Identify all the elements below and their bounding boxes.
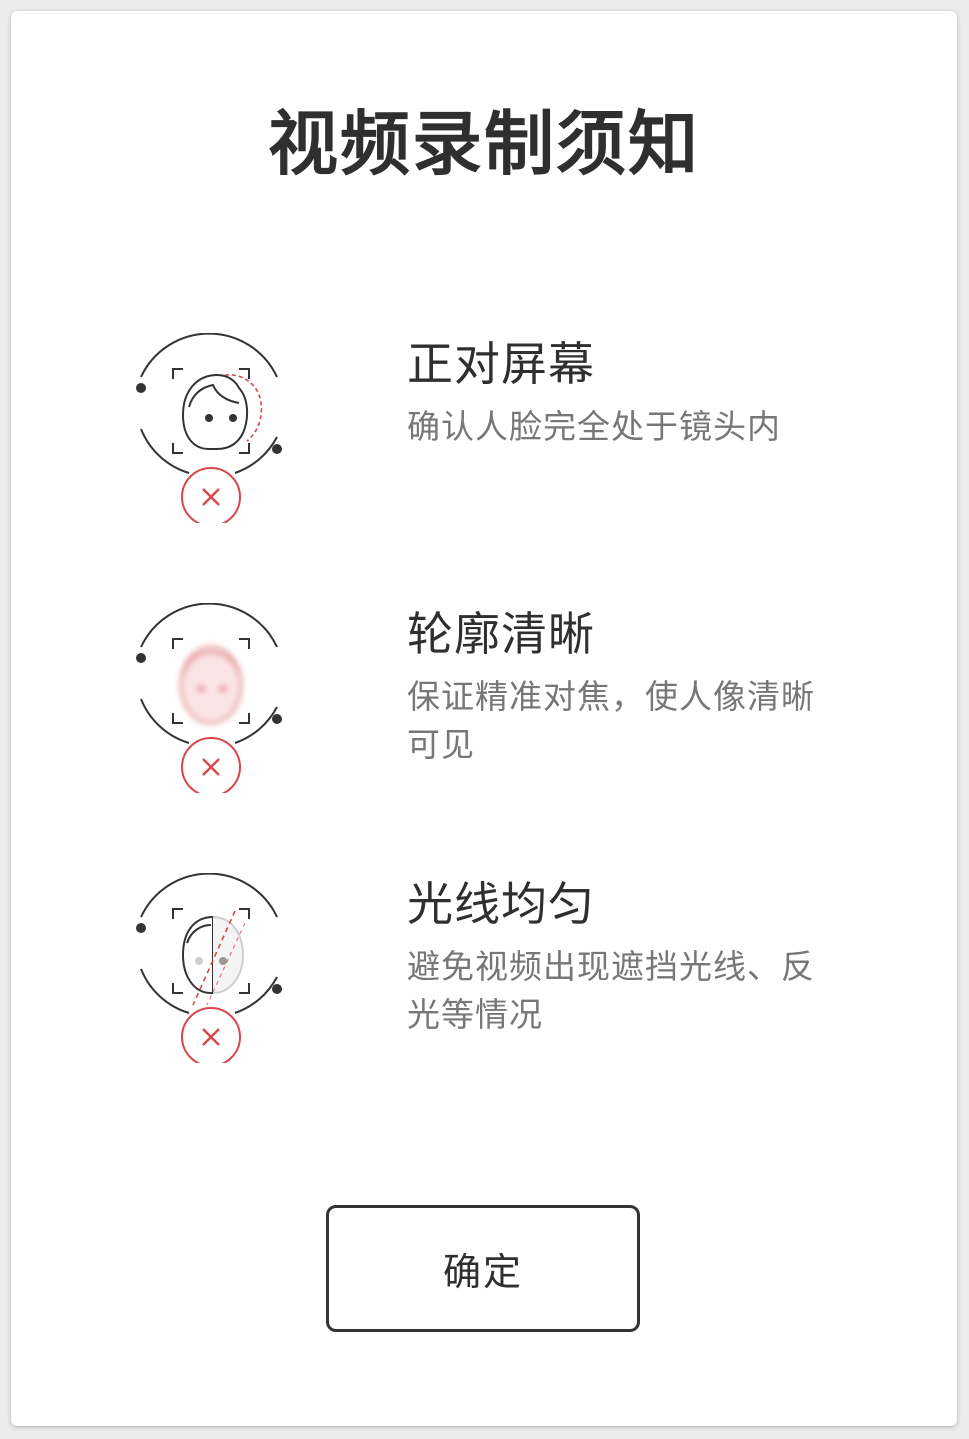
tip-text-block: 正对屏幕 确认人脸完全处于镜头内 [407, 333, 827, 451]
face-not-centered-icon [131, 332, 291, 527]
tip-text-block: 光线均匀 避免视频出现遮挡光线、反光等情况 [407, 873, 827, 1039]
tip-description: 避免视频出现遮挡光线、反光等情况 [407, 947, 815, 1034]
tip-heading: 光线均匀 [407, 877, 595, 931]
confirm-button[interactable]: 确定 [326, 1205, 640, 1332]
tip-heading: 轮廓清晰 [407, 607, 595, 661]
dialog-title: 视频录制须知 [268, 103, 700, 185]
face-uneven-light-icon [131, 872, 291, 1067]
instructions-dialog: 视频录制须知 正对屏幕 确认人脸完全处于镜头内 轮廓清晰 保证精准对焦，使人像清… [11, 11, 957, 1426]
tip-clear-outline: 轮廓清晰 保证精准对焦，使人像清晰可见 [11, 602, 957, 803]
tip-text-block: 轮廓清晰 保证精准对焦，使人像清晰可见 [407, 603, 827, 769]
tip-description: 确认人脸完全处于镜头内 [407, 407, 781, 446]
tip-description: 保证精准对焦，使人像清晰可见 [407, 677, 815, 764]
tip-even-lighting: 光线均匀 避免视频出现遮挡光线、反光等情况 [11, 872, 957, 1073]
tip-face-screen: 正对屏幕 确认人脸完全处于镜头内 [11, 332, 957, 533]
face-blurry-icon [131, 602, 291, 797]
tip-heading: 正对屏幕 [407, 337, 595, 391]
